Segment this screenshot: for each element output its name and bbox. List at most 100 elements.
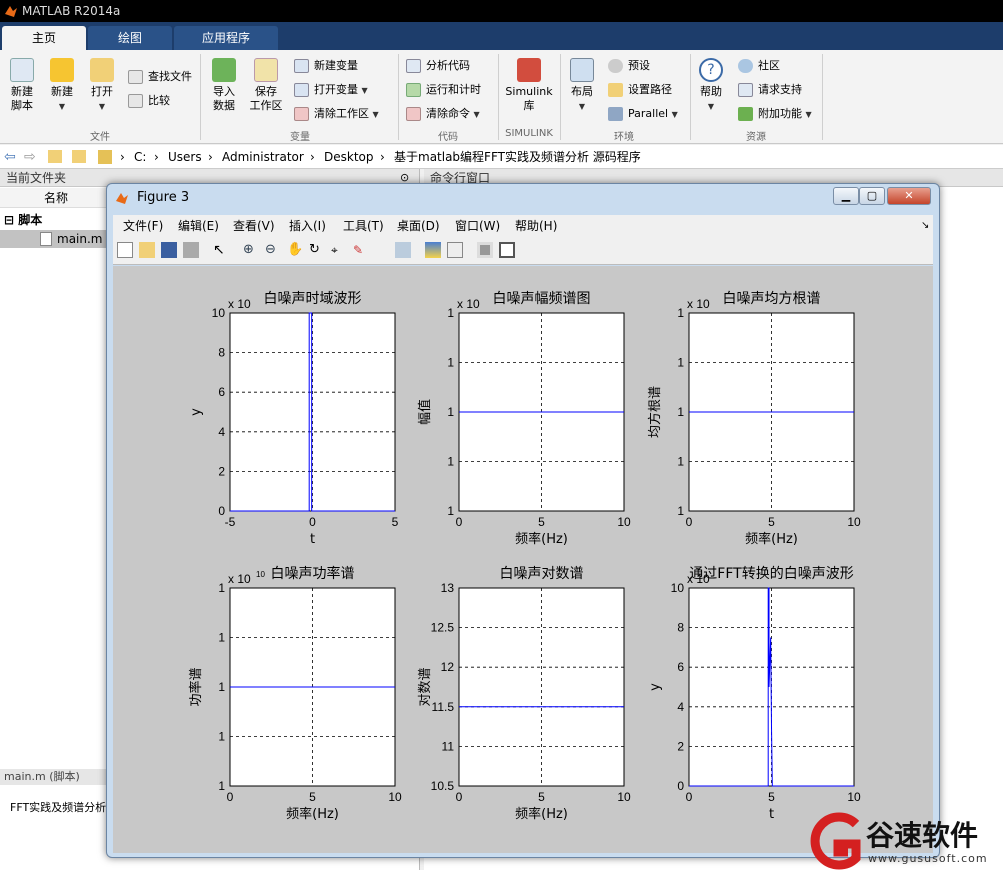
details-title: main.m (脚本) bbox=[0, 769, 106, 785]
y-tick-label: 10.5 bbox=[431, 779, 455, 793]
subplot-grid: -5 0 50246810白噪声时域波形tyx 100 5 1011111白噪声幅频谱图… bbox=[188, 291, 861, 822]
compare-button[interactable]: 比较 bbox=[128, 92, 170, 110]
ribbon-divider bbox=[560, 54, 561, 140]
simulink-library-button[interactable]: Simulink 库 bbox=[504, 58, 554, 113]
list-item[interactable]: main.m bbox=[0, 230, 106, 248]
hide-plot-tools-icon[interactable] bbox=[477, 242, 493, 258]
y-tick-label: 4 bbox=[677, 700, 684, 714]
new-variable-button[interactable]: 新建变量 bbox=[294, 57, 358, 75]
pan-icon[interactable]: ✋ bbox=[287, 242, 303, 258]
breadcrumb-item[interactable]: C: bbox=[134, 145, 146, 169]
column-header-name[interactable]: 名称 bbox=[44, 188, 68, 208]
print-icon[interactable] bbox=[183, 242, 199, 258]
dock-arrow-icon[interactable]: ↘ bbox=[921, 215, 929, 237]
brush-icon[interactable]: ✎ bbox=[353, 242, 369, 258]
menu-edit[interactable]: 编辑(E) bbox=[178, 215, 219, 237]
x-axis-label: 频率(Hz) bbox=[515, 806, 568, 822]
y-axis-label: 功率谱 bbox=[188, 667, 204, 706]
parallel-button[interactable]: Parallel ▼ bbox=[608, 105, 678, 123]
breadcrumb-item[interactable]: Desktop bbox=[324, 145, 374, 169]
new-figure-icon[interactable] bbox=[117, 242, 133, 258]
set-path-button[interactable]: 设置路径 bbox=[608, 81, 672, 99]
preferences-button[interactable]: 预设 bbox=[608, 57, 650, 75]
link-plot-icon[interactable] bbox=[395, 242, 411, 258]
menu-tools[interactable]: 工具(T) bbox=[343, 215, 384, 237]
y-tick-label: 12.5 bbox=[431, 621, 455, 635]
y-tick-label: 4 bbox=[218, 425, 225, 439]
group-label-variable: 变量 bbox=[290, 132, 310, 143]
breadcrumb-item[interactable]: 基于matlab编程FFT实践及频谱分析 源码程序 bbox=[394, 145, 641, 169]
x-tick-label: -5 bbox=[225, 515, 236, 529]
breadcrumb-item[interactable]: Administrator bbox=[222, 145, 304, 169]
x-tick-label: 5 bbox=[538, 790, 545, 804]
brand-logo-icon bbox=[810, 812, 861, 870]
add-ons-button[interactable]: 附加功能 ▼ bbox=[738, 105, 812, 123]
x-tick-label: 10 bbox=[847, 515, 861, 529]
y-tick-label: 8 bbox=[218, 346, 225, 360]
save-icon[interactable] bbox=[161, 242, 177, 258]
colorbar-icon[interactable] bbox=[425, 242, 441, 258]
y-tick-label: 6 bbox=[677, 660, 684, 674]
rotate-icon[interactable]: ↻ bbox=[309, 242, 325, 258]
compare-icon bbox=[128, 94, 143, 108]
help-button[interactable]: ? 帮助 ▼ bbox=[696, 58, 726, 114]
zoom-in-icon[interactable]: ⊕ bbox=[243, 242, 259, 258]
y-tick-label: 1 bbox=[447, 405, 454, 419]
dropdown-arrow-icon: ▼ bbox=[98, 102, 106, 111]
x-axis-label: 频率(Hz) bbox=[745, 531, 798, 547]
layout-button[interactable]: 布局 ▼ bbox=[566, 58, 598, 114]
x-tick-label: 5 bbox=[768, 790, 775, 804]
browse-folder-icon[interactable] bbox=[72, 150, 86, 163]
find-files-button[interactable]: 查找文件 bbox=[128, 68, 192, 86]
menu-insert[interactable]: 插入(I) bbox=[289, 215, 326, 237]
request-support-button[interactable]: 请求支持 bbox=[738, 81, 802, 99]
tab-plots[interactable]: 绘图 bbox=[88, 26, 172, 50]
x-axis-label: t bbox=[310, 532, 315, 547]
save-workspace-button[interactable]: 保存 工作区 bbox=[246, 58, 286, 113]
new-button[interactable]: 新建 ▼ bbox=[46, 58, 78, 114]
minimize-button[interactable]: ▁ bbox=[833, 187, 859, 205]
maximize-button[interactable]: ▢ bbox=[859, 187, 885, 205]
app-title: MATLAB R2014a bbox=[22, 4, 121, 18]
x-tick-label: 10 bbox=[617, 515, 631, 529]
menu-help[interactable]: 帮助(H) bbox=[515, 215, 557, 237]
menu-view[interactable]: 查看(V) bbox=[233, 215, 275, 237]
zoom-out-icon[interactable]: ⊖ bbox=[265, 242, 281, 258]
analyze-code-button[interactable]: 分析代码 bbox=[406, 57, 470, 75]
y-tick-label: 1 bbox=[447, 356, 454, 370]
axis-exponent-power: 10 bbox=[256, 570, 265, 579]
open-button[interactable]: 打开 ▼ bbox=[86, 58, 118, 114]
y-tick-label: 1 bbox=[218, 631, 225, 645]
clear-commands-button[interactable]: 清除命令 ▼ bbox=[406, 105, 480, 123]
group-header-scripts[interactable]: ⊟ 脚本 bbox=[4, 211, 42, 229]
legend-icon[interactable] bbox=[447, 242, 463, 258]
run-and-time-button[interactable]: 运行和计时 bbox=[406, 81, 481, 99]
brand-name: 谷速软件 bbox=[866, 819, 979, 852]
data-cursor-icon[interactable]: ⌖ bbox=[331, 242, 347, 258]
show-plot-tools-icon[interactable] bbox=[499, 242, 515, 258]
import-data-button[interactable]: 导入 数据 bbox=[208, 58, 240, 113]
open-variable-button[interactable]: 打开变量 ▼ bbox=[294, 81, 368, 99]
figure-title-bar: Figure 3 bbox=[107, 184, 939, 212]
matlab-logo-icon bbox=[116, 193, 128, 204]
close-button[interactable]: ✕ bbox=[887, 187, 931, 205]
clear-workspace-button[interactable]: 清除工作区 ▼ bbox=[294, 105, 379, 123]
pointer-icon[interactable]: ↖ bbox=[213, 242, 229, 258]
community-button[interactable]: 社区 bbox=[738, 57, 780, 75]
open-file-icon[interactable] bbox=[139, 242, 155, 258]
axis-exponent: x 10 bbox=[457, 297, 480, 311]
up-folder-icon[interactable] bbox=[48, 150, 62, 163]
back-arrow-icon[interactable]: ⇦ bbox=[4, 145, 16, 169]
y-axis-label: y bbox=[189, 408, 204, 416]
forward-arrow-icon[interactable]: ⇨ bbox=[24, 145, 36, 169]
simulink-icon bbox=[517, 58, 541, 82]
tab-home[interactable]: 主页 bbox=[2, 26, 86, 50]
menu-file[interactable]: 文件(F) bbox=[123, 215, 163, 237]
axis-exponent: x 10 bbox=[228, 297, 251, 311]
breadcrumb-sep: › bbox=[380, 150, 385, 164]
menu-window[interactable]: 窗口(W) bbox=[455, 215, 500, 237]
tab-apps[interactable]: 应用程序 bbox=[174, 26, 278, 50]
menu-desktop[interactable]: 桌面(D) bbox=[397, 215, 440, 237]
new-script-button[interactable]: 新建 脚本 bbox=[6, 58, 38, 113]
breadcrumb-item[interactable]: Users bbox=[168, 145, 202, 169]
